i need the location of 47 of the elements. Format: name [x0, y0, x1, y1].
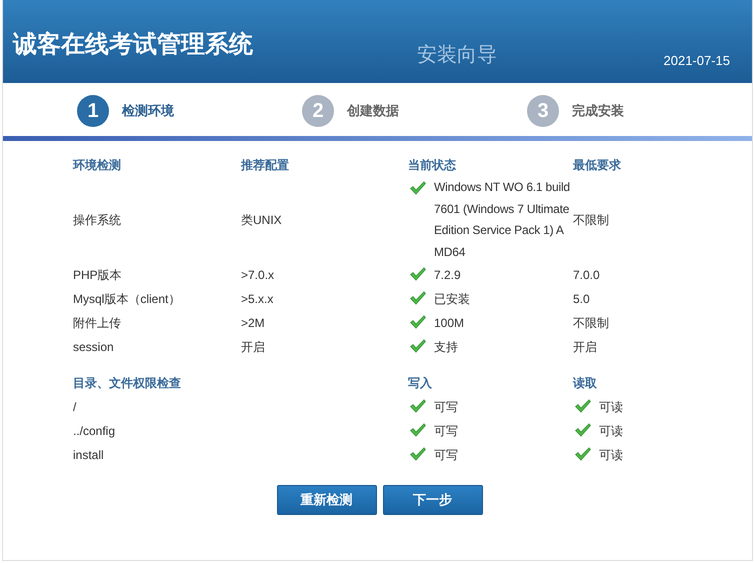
table-cell-text: >2M: [241, 315, 266, 332]
status-text: 100M: [434, 315, 464, 332]
column-header: 目录、文件权限检查: [73, 375, 182, 392]
next-button[interactable]: 下一步: [382, 485, 482, 515]
table-cell-text: 开启: [573, 339, 598, 356]
column-header: 推荐配置: [241, 157, 290, 174]
app-title: 诚客在线考试管理系统: [13, 30, 253, 60]
status-text: 7.2.9: [434, 267, 461, 284]
step-number: 1: [77, 95, 109, 127]
status-text: 支持: [434, 339, 458, 356]
table-cell-text: 不限制: [573, 315, 610, 332]
table-cell-text: >7.0.x: [241, 267, 276, 284]
status-text: 可读: [599, 399, 623, 416]
status-text: 可写: [434, 399, 458, 416]
status-text: 可读: [599, 447, 623, 464]
table-cell-text: session: [73, 339, 115, 356]
column-header: 最低要求: [573, 157, 622, 174]
step-label: 检测环境: [122, 102, 174, 120]
table-cell-text: 7.0.0: [573, 267, 601, 284]
table-cell-text: install: [73, 447, 105, 464]
status-text: 可写: [434, 447, 458, 464]
table-cell-text: 类UNIX: [241, 212, 283, 229]
step-label: 完成安装: [572, 102, 624, 120]
table-cell-text: 5.0: [573, 291, 591, 308]
status-text: Windows NT WO 6.1 build 7601 (Windows 7 Ultimate Edition Service Pack 1) AMD64: [434, 179, 571, 260]
column-header: 当前状态: [408, 157, 457, 174]
date-label: 2021-07-15: [664, 52, 730, 70]
table-cell-text: >5.x.x: [241, 291, 274, 308]
recheck-button[interactable]: 重新检测: [276, 485, 376, 515]
table-cell-text: 不限制: [573, 212, 610, 229]
step-label: 创建数据: [347, 102, 399, 120]
table-cell-text: 开启: [241, 339, 266, 356]
table-cell-text: 操作系统: [73, 212, 122, 229]
step-number: 3: [527, 95, 559, 127]
table-cell-text: Mysql版本（client）: [73, 291, 182, 308]
step-number: 2: [302, 95, 334, 127]
wizard-title: 安装向导: [417, 43, 497, 68]
status-text: 可读: [599, 423, 623, 440]
column-header: 写入: [408, 375, 433, 392]
column-header: 读取: [573, 375, 598, 392]
column-header: 环境检测: [73, 157, 122, 174]
status-text: 可写: [434, 423, 458, 440]
table-cell-text: /: [73, 399, 78, 416]
table-cell-text: PHP版本: [73, 267, 123, 284]
status-text: 已安装: [434, 291, 470, 308]
table-cell-text: 附件上传: [73, 315, 122, 332]
table-cell-text: ../config: [73, 423, 116, 440]
